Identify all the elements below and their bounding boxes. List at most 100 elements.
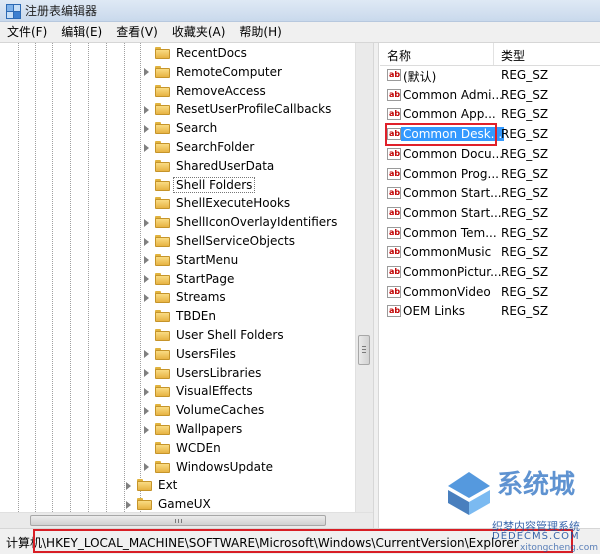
tree-item[interactable]: WindowsUpdate <box>142 458 273 476</box>
tree-item-label: SearchFolder <box>176 140 255 154</box>
tree-item-label: WindowsUpdate <box>176 459 274 474</box>
tree-item[interactable]: RecentDocs <box>142 44 247 62</box>
menu-help[interactable]: 帮助(H) <box>232 22 288 42</box>
expand-arrow-icon[interactable] <box>124 500 133 509</box>
tree-item[interactable]: Wallpapers <box>142 420 242 438</box>
tree-item[interactable]: RemoveAccess <box>142 82 266 100</box>
tree-item[interactable]: ResetUserProfileCallbacks <box>142 100 331 118</box>
tree-horizontal-scrollbar[interactable] <box>0 512 373 529</box>
expand-arrow-icon[interactable] <box>142 406 151 415</box>
tree-item[interactable]: Shell Folders <box>142 176 256 194</box>
tree-item[interactable]: Search <box>142 119 217 137</box>
expand-arrow-icon[interactable] <box>142 293 151 302</box>
expand-arrow-icon[interactable] <box>142 462 151 472</box>
folder-icon <box>155 197 170 210</box>
expand-arrow-icon[interactable] <box>142 237 151 246</box>
tree-item[interactable]: GameUX <box>124 495 211 512</box>
expand-arrow-icon[interactable] <box>142 349 151 359</box>
folder-icon <box>137 479 152 492</box>
value-row[interactable]: ab (默认) REG_SZ <box>380 66 600 85</box>
pane-splitter[interactable] <box>373 43 379 528</box>
tree-item-label: TBDEn <box>176 309 216 324</box>
folder-icon <box>155 141 170 153</box>
column-header-type[interactable]: 类型 <box>501 47 525 64</box>
tree-item-label: Shell Folders <box>172 176 256 193</box>
string-value-icon: ab <box>387 147 401 160</box>
tree-vertical-scrollbar[interactable] <box>355 43 373 512</box>
tree-item[interactable]: WCDEn <box>142 439 221 457</box>
tree-item[interactable]: VolumeCaches <box>142 401 264 419</box>
string-value-icon: ab <box>387 167 401 180</box>
menu-file[interactable]: 文件(F) <box>0 22 54 42</box>
tree-item[interactable]: User Shell Folders <box>142 326 284 344</box>
tree-item-label: ShellServiceObjects <box>176 234 295 248</box>
registry-key-tree[interactable]: RecentDocs RemoteComputer RemoveAccess Rese… <box>0 43 373 512</box>
value-row[interactable]: ab CommonVideo REG_SZ <box>380 283 600 302</box>
tree-item[interactable]: SharedUserData <box>142 157 274 175</box>
expand-arrow-icon[interactable] <box>142 143 151 152</box>
value-name: Common Docu... <box>403 146 504 161</box>
tree-item-label: ShellExecuteHooks <box>176 196 291 211</box>
expand-arrow-icon[interactable] <box>142 368 151 378</box>
value-row[interactable]: ab Common App... REG_SZ <box>380 105 600 124</box>
tree-vertical-scroll-thumb[interactable] <box>358 335 370 365</box>
selection-highlight-annotation <box>385 123 497 146</box>
status-bar: 计算机\HKEY_LOCAL_MACHINE\SOFTWARE\Microsof… <box>0 528 600 554</box>
value-row[interactable]: ab Common Docu... REG_SZ <box>380 145 600 164</box>
value-row[interactable]: ab CommonMusic REG_SZ <box>380 243 600 262</box>
menu-favorites[interactable]: 收藏夹(A) <box>165 22 233 42</box>
tree-item[interactable]: Streams <box>142 288 226 306</box>
value-type: REG_SZ <box>501 87 549 102</box>
expand-arrow-icon[interactable] <box>124 481 133 490</box>
value-row[interactable]: ab Common Admi... REG_SZ <box>380 86 600 105</box>
expand-arrow-icon[interactable] <box>142 105 151 114</box>
value-row[interactable]: ab CommonPictur... REG_SZ <box>380 263 600 282</box>
tree-horizontal-scroll-thumb[interactable] <box>30 515 326 526</box>
tree-item[interactable]: VisualEffects <box>142 382 253 400</box>
folder-icon <box>155 235 170 247</box>
expand-arrow-icon[interactable] <box>142 425 151 434</box>
tree-item-label: StartPage <box>176 271 235 286</box>
tree-item[interactable]: RemoteComputer <box>142 63 282 81</box>
value-row[interactable]: ab Common Prog... REG_SZ <box>380 165 600 184</box>
tree-item-label: StartMenu <box>176 252 239 267</box>
tree-item[interactable]: StartMenu <box>142 251 238 269</box>
tree-item-label: UsersLibraries <box>176 365 262 380</box>
folder-icon <box>155 460 170 473</box>
value-name: Common Start... <box>403 186 502 201</box>
column-separator[interactable] <box>493 43 494 65</box>
tree-item[interactable]: SearchFolder <box>142 138 254 156</box>
expand-arrow-icon[interactable] <box>142 218 151 227</box>
tree-item[interactable]: UsersFiles <box>142 345 236 363</box>
tree-item[interactable]: Ext <box>124 476 177 494</box>
menu-view[interactable]: 查看(V) <box>109 22 165 42</box>
tree-item[interactable]: TBDEn <box>142 307 216 325</box>
tree-item-label: ShellIconOverlayIdentifiers <box>176 215 338 230</box>
value-row[interactable]: ab Common Start... REG_SZ <box>380 204 600 223</box>
tree-item[interactable]: StartPage <box>142 270 234 288</box>
value-row[interactable]: ab OEM Links REG_SZ <box>380 302 600 321</box>
value-row[interactable]: ab Common Start... REG_SZ <box>380 184 600 203</box>
menu-edit[interactable]: 编辑(E) <box>54 22 109 42</box>
value-row[interactable]: ab Common Tem... REG_SZ <box>380 224 600 243</box>
folder-icon <box>137 498 152 511</box>
value-type: REG_SZ <box>501 127 549 142</box>
expand-arrow-icon[interactable] <box>142 387 151 396</box>
expand-arrow-icon[interactable] <box>142 274 151 284</box>
expand-arrow-icon[interactable] <box>142 67 151 77</box>
tree-item-label: Streams <box>176 290 226 305</box>
tree-item[interactable]: ShellServiceObjects <box>142 232 295 250</box>
tree-item[interactable]: UsersLibraries <box>142 364 261 382</box>
tree-item[interactable]: ShellIconOverlayIdentifiers <box>142 213 337 231</box>
value-name: CommonMusic <box>403 245 492 260</box>
tree-item[interactable]: ShellExecuteHooks <box>142 194 290 212</box>
folder-icon <box>155 347 170 360</box>
folder-icon <box>155 253 170 266</box>
registry-value-list[interactable]: 名称 类型 ab (默认) REG_SZ ab Common Admi... REG_SZ… <box>380 43 600 528</box>
expand-arrow-icon[interactable] <box>142 255 151 265</box>
column-header-name[interactable]: 名称 <box>387 47 411 64</box>
string-value-icon: ab <box>387 187 401 200</box>
expand-arrow-icon[interactable] <box>142 124 151 133</box>
